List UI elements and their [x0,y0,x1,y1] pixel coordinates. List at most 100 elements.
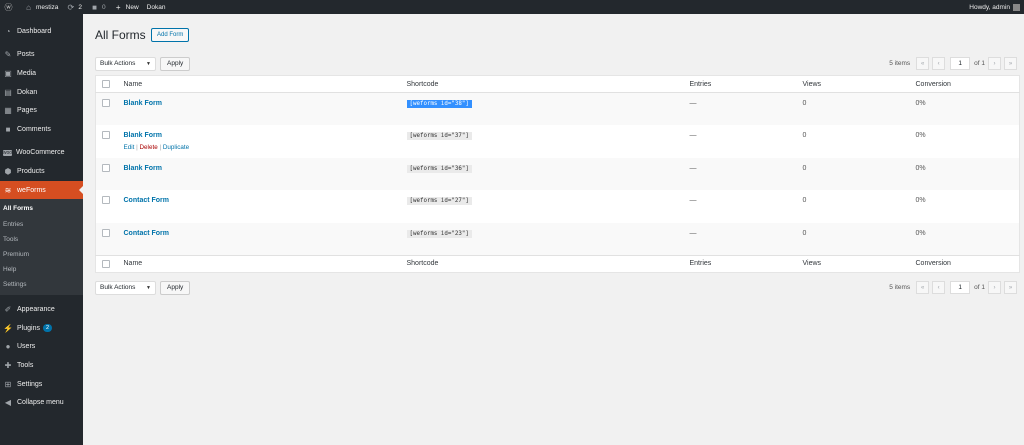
sidebar-item-dokan[interactable]: ▤ Dokan [0,83,83,102]
row-checkbox[interactable] [102,196,110,204]
bulk-actions-select[interactable]: Bulk Actions ▼ [95,56,156,71]
prev-page-button[interactable]: ‹ [932,57,946,70]
submenu-item-all-forms[interactable]: All Forms [0,201,83,216]
form-name-link[interactable]: Contact Form [124,230,170,237]
first-page-button[interactable]: « [916,281,930,294]
site-name-link[interactable]: ⌂ mestiza [20,0,62,14]
sidebar-item-label: Settings [17,380,43,388]
wp-logo-button[interactable]: ⓦ [0,0,20,14]
column-footer-name[interactable]: Name [123,254,407,272]
submenu-item-settings[interactable]: Settings [0,277,83,292]
current-page-input[interactable]: 1 [950,57,971,70]
sidebar-item-pages[interactable]: ▦ Pages [0,101,83,120]
dashboard-icon: ◔ [5,26,11,36]
pagination: 5 items « ‹ 1 of 1 › » [889,57,1020,70]
select-all-checkbox[interactable] [102,259,110,268]
shortcode[interactable]: [weforms id="38"] [406,100,472,108]
last-page-button[interactable]: » [1004,281,1017,294]
comments-link[interactable]: ■ 0 [86,0,110,14]
views-value: 0 [802,197,807,204]
updates-icon: ⟳ [67,2,75,12]
dokan-icon: ▤ [4,87,12,97]
sidebar-item-woocommerce[interactable]: woo WooCommerce [0,144,83,163]
last-page-button[interactable]: » [1004,57,1017,70]
updates-link[interactable]: ⟳ 2 [62,0,86,14]
first-page-button[interactable]: « [916,57,930,70]
duplicate-link[interactable]: Duplicate [163,144,189,151]
conversion-value: 0% [915,100,926,107]
sidebar-item-weforms[interactable]: ≋ weForms [0,180,83,200]
sidebar-item-posts[interactable]: ✎ Posts [0,46,83,65]
sidebar-item-label: Comments [17,125,51,133]
delete-link[interactable]: Delete [140,144,158,151]
sidebar-item-comments[interactable]: ■ Comments [0,120,83,139]
sidebar-item-tools[interactable]: ✚ Tools [0,356,83,375]
column-header-conversion: Conversion [915,75,1020,93]
chevron-down-icon: ▼ [146,60,151,67]
table-row: Blank Form [weforms id="38"] — 0 0% [95,92,1020,125]
sidebar-item-label: Plugins [17,324,40,332]
apply-button[interactable]: Apply [160,280,191,295]
shortcode[interactable]: [weforms id="27"] [406,197,472,205]
next-page-button[interactable]: › [988,281,1001,294]
home-icon: ⌂ [26,2,31,12]
current-page-input[interactable]: 1 [950,281,971,294]
submenu-item-premium[interactable]: Premium [0,247,83,262]
updates-count: 2 [78,3,83,11]
collapse-menu-button[interactable]: ◀ Collapse menu [0,393,83,412]
sidebar-item-label: Posts [17,51,35,59]
row-checkbox[interactable] [102,228,110,237]
add-form-button[interactable]: Add Form [151,28,190,42]
apply-button[interactable]: Apply [160,56,191,71]
new-content-link[interactable]: + New [110,0,143,14]
form-name-link[interactable]: Blank Form [124,132,163,139]
form-name-link[interactable]: Blank Form [124,165,163,172]
prev-page-button[interactable]: ‹ [932,281,946,294]
howdy-label: Howdy, admin [969,3,1010,11]
shortcode[interactable]: [weforms id="36"] [406,164,472,173]
shortcode[interactable]: [weforms id="37"] [406,132,472,140]
plugins-update-badge: 2 [42,324,53,333]
views-value: 0 [802,132,807,139]
row-checkbox[interactable] [102,131,110,139]
pages-icon: ▦ [4,106,12,116]
column-header-name[interactable]: Name [123,75,407,93]
shortcode[interactable]: [weforms id="23"] [406,229,472,238]
conversion-value: 0% [915,164,926,172]
table-row: Blank Form Edit | Delete | Duplicate [we… [96,125,1020,158]
weforms-icon: ≋ [4,185,12,195]
bulk-actions-select[interactable]: Bulk Actions ▼ [95,280,156,295]
sidebar-item-label: Appearance [17,306,55,314]
my-account-link[interactable]: Howdy, admin [969,3,1024,11]
chevron-down-icon: ▼ [146,284,151,291]
sidebar-item-plugins[interactable]: ⚡ Plugins 2 [0,319,83,338]
views-value: 0 [802,164,807,172]
sidebar-item-dashboard[interactable]: ◔ Dashboard [0,22,83,41]
select-all-cell [95,254,124,272]
dokan-link[interactable]: Dokan [143,0,170,14]
tools-icon: ✚ [4,361,12,371]
form-name-link[interactable]: Contact Form [124,197,170,204]
select-all-checkbox[interactable] [102,80,110,88]
plugins-icon: ⚡ [3,323,13,333]
sidebar-item-label: Dashboard [17,27,52,35]
row-checkbox[interactable] [102,99,110,107]
column-footer-entries: Entries [689,254,803,272]
sidebar-item-label: Dokan [17,88,38,96]
table-footer-row: Name Shortcode Entries Views Conversion [95,254,1020,272]
next-page-button[interactable]: › [988,57,1001,70]
submenu-item-tools[interactable]: Tools [0,232,83,247]
entries-value: — [689,197,697,204]
sidebar-item-products[interactable]: ⬢ Products [0,162,83,181]
submenu-item-help[interactable]: Help [0,262,83,277]
sidebar-item-media[interactable]: ▣ Media [0,64,83,83]
row-checkbox[interactable] [102,163,110,172]
edit-link[interactable]: Edit [124,144,135,151]
submenu-item-entries[interactable]: Entries [0,217,83,232]
woocommerce-icon: woo [2,149,13,156]
sidebar-item-settings[interactable]: ⊞ Settings [0,375,83,394]
new-label: New [125,3,139,11]
sidebar-item-users[interactable]: ● Users [0,338,83,357]
sidebar-item-appearance[interactable]: ✐ Appearance [0,300,83,319]
form-name-link[interactable]: Blank Form [124,100,163,107]
